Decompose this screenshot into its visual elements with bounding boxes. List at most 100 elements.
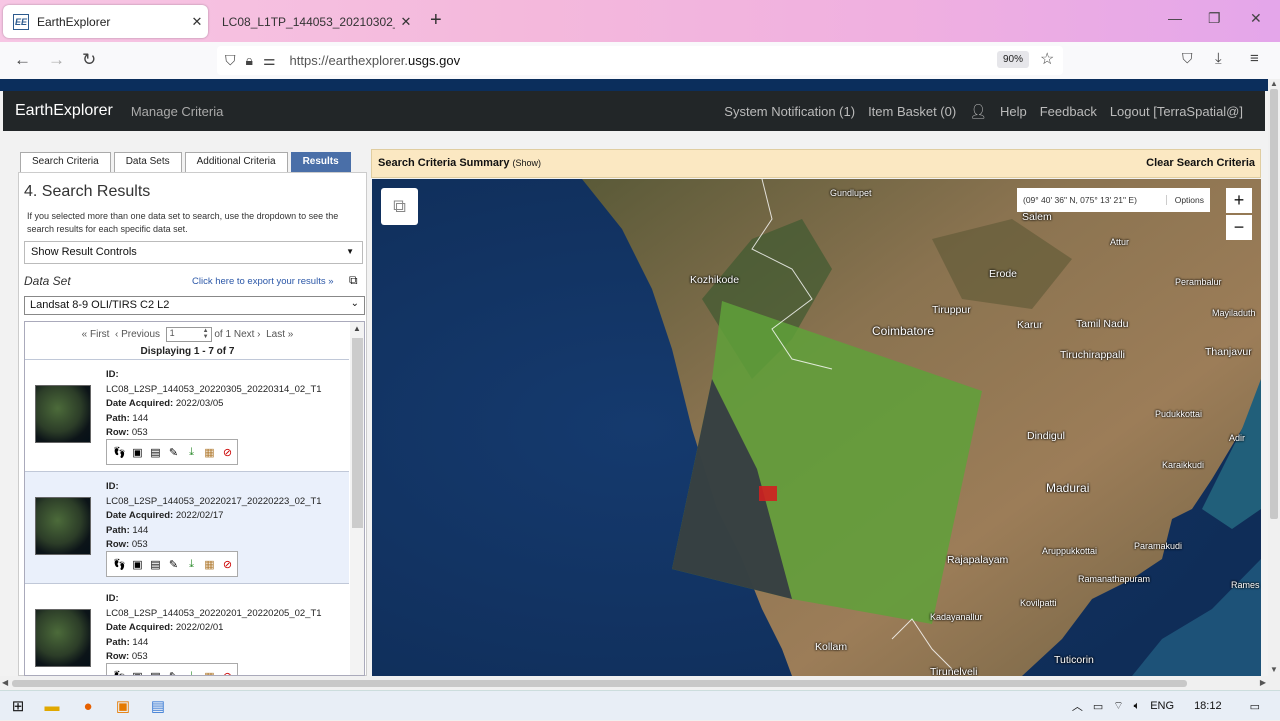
tab-search-criteria[interactable]: Search Criteria <box>20 152 111 172</box>
app-icon[interactable]: ▣ <box>113 696 133 716</box>
metadata-icon[interactable]: ✎ <box>166 446 181 459</box>
row-value: 053 <box>131 651 148 662</box>
user-profile-icon[interactable]: 👤︎ <box>969 103 987 120</box>
system-tray: ︿ ▭ ⌔ 🔈︎ ENG 18:12 ▭ <box>1072 691 1280 721</box>
next-page-link[interactable]: Next › <box>234 329 261 340</box>
logout-link[interactable]: Logout [TerraSpatial@] <box>1110 104 1243 119</box>
exclude-icon[interactable]: ⊘ <box>220 446 235 459</box>
compare-icon[interactable]: ▤ <box>148 558 163 571</box>
feedback-link[interactable]: Feedback <box>1040 104 1097 119</box>
brand-logo[interactable]: EarthExplorer <box>15 102 113 120</box>
show-result-controls-dropdown[interactable]: Show Result Controls ▼ <box>24 241 363 264</box>
result-item[interactable]: ID: LC08_L2SP_144053_20220305_20220314_0… <box>25 359 349 471</box>
tab-scene[interactable]: LC08_L1TP_144053_20210302_20210... ✕ <box>212 5 417 38</box>
manage-criteria-link[interactable]: Manage Criteria <box>131 104 224 119</box>
wifi-icon[interactable]: ⌔ <box>1113 699 1123 713</box>
browse-overlay-icon[interactable]: ▣ <box>130 558 145 571</box>
address-bar[interactable]: ⛉ 🔒︎ ⚌ https://earthexplorer.usgs.gov 90… <box>217 46 1063 75</box>
system-notification-link[interactable]: System Notification (1) <box>724 104 855 119</box>
last-page-link[interactable]: Last » <box>266 329 293 340</box>
item-basket-link[interactable]: Item Basket (0) <box>868 104 956 119</box>
scroll-up-icon[interactable]: ▲ <box>1270 79 1278 88</box>
download-icon[interactable]: ⤓ <box>1215 50 1222 67</box>
pocket-icon[interactable]: ⛉ <box>1182 50 1193 67</box>
page-horizontal-scrollbar[interactable]: ◀ ▶ <box>0 676 1268 690</box>
clock[interactable]: 18:12 <box>1194 700 1222 712</box>
layers-icon[interactable]: ⧉ <box>381 188 418 225</box>
download-options-icon[interactable]: ⤓ <box>184 558 199 571</box>
download-options-icon[interactable]: ⤓ <box>184 446 199 459</box>
page-vertical-scrollbar[interactable]: ▲ ▼ <box>1268 79 1280 676</box>
date-label: Date Acquired: <box>106 398 174 409</box>
tab-results[interactable]: Results <box>290 152 351 172</box>
path-value: 144 <box>132 636 149 648</box>
scene-thumbnail[interactable] <box>35 497 91 555</box>
scroll-up-icon[interactable]: ▲ <box>353 324 361 333</box>
new-tab-icon[interactable]: + <box>430 9 442 32</box>
order-icon[interactable]: ▦ <box>202 446 217 459</box>
notepad-icon[interactable]: ▤ <box>148 696 168 716</box>
page-hscroll-thumb[interactable] <box>12 680 1187 687</box>
clear-search-criteria-link[interactable]: Clear Search Criteria <box>1146 157 1255 169</box>
city-label: Coimbatore <box>872 324 935 338</box>
dataset-select[interactable]: Landsat 8-9 OLI/TIRS C2 L2 ⌄ <box>24 296 365 315</box>
exclude-icon[interactable]: ⊘ <box>220 558 235 571</box>
bookmark-star-icon[interactable]: ☆ <box>1040 49 1054 69</box>
notifications-icon[interactable]: ▭ <box>1250 700 1260 713</box>
zoom-in-button[interactable]: + <box>1226 188 1252 213</box>
windows-start-icon[interactable]: ⊞ <box>8 696 28 716</box>
city-label: Tirunelveli <box>930 666 978 676</box>
forward-icon[interactable]: → <box>48 50 65 70</box>
scene-thumbnail[interactable] <box>35 609 91 667</box>
file-explorer-icon[interactable]: ▬ <box>42 696 62 716</box>
previous-page-link[interactable]: ‹ Previous <box>115 329 160 340</box>
tray-expand-icon[interactable]: ︿ <box>1072 698 1083 714</box>
footprint-icon[interactable]: 👣︎ <box>112 446 127 459</box>
tab-additional-criteria[interactable]: Additional Criteria <box>184 152 288 172</box>
results-scrollbar[interactable]: ▲ <box>350 322 364 675</box>
tab-earthexplorer[interactable]: EE EarthExplorer ✕ <box>3 5 208 38</box>
external-link-icon[interactable]: ⧉ <box>349 273 358 288</box>
result-item[interactable]: ID: LC08_L2SP_144053_20220217_20220223_0… <box>25 471 349 583</box>
help-link[interactable]: Help <box>1000 104 1027 119</box>
map-options-button[interactable]: Options <box>1165 195 1204 205</box>
path-label: Path: <box>106 412 130 424</box>
result-item[interactable]: ID: LC08_L2SP_144053_20220201_20220205_0… <box>25 583 349 675</box>
scroll-left-icon[interactable]: ◀ <box>2 678 8 687</box>
order-icon[interactable]: ▦ <box>202 558 217 571</box>
zoom-level[interactable]: 90% <box>997 51 1030 68</box>
scene-thumbnail[interactable] <box>35 385 91 443</box>
metadata-icon[interactable]: ✎ <box>166 558 181 571</box>
permissions-icon[interactable]: ⚌ <box>263 52 276 69</box>
menu-icon[interactable]: ≡ <box>1250 50 1259 67</box>
close-tab-icon[interactable]: ✕ <box>395 14 417 30</box>
minimize-icon[interactable]: — <box>1168 10 1182 26</box>
volume-icon[interactable]: 🔈︎ <box>1134 700 1141 713</box>
city-label: Salem <box>1022 211 1052 223</box>
zoom-out-button[interactable]: − <box>1226 215 1252 240</box>
firefox-icon[interactable]: ● <box>78 696 98 716</box>
scroll-down-icon[interactable]: ▼ <box>1270 665 1278 674</box>
first-page-link[interactable]: « First <box>82 329 110 340</box>
map-view[interactable]: ⧉ (09° 40' 36" N, 075° 13' 21" E) Option… <box>372 179 1261 676</box>
tab-data-sets[interactable]: Data Sets <box>113 152 182 172</box>
reload-icon[interactable]: ↻ <box>82 50 96 70</box>
lock-icon[interactable]: 🔒︎ <box>246 52 253 69</box>
export-results-link[interactable]: Click here to export your results » <box>192 276 334 287</box>
battery-icon[interactable]: ▭ <box>1093 700 1103 713</box>
results-scroll-thumb[interactable] <box>352 338 363 528</box>
back-icon[interactable]: ← <box>14 50 31 70</box>
browse-overlay-icon[interactable]: ▣ <box>130 446 145 459</box>
scroll-right-icon[interactable]: ▶ <box>1260 678 1266 687</box>
page-number-input[interactable]: 1 ▲ ▼ <box>165 327 212 342</box>
show-criteria-link[interactable]: (Show) <box>513 158 542 168</box>
window-close-icon[interactable]: ✕ <box>1250 10 1262 27</box>
spinner-icon[interactable]: ▲ ▼ <box>203 328 209 340</box>
shield-icon[interactable]: ⛉ <box>225 52 236 69</box>
restore-icon[interactable]: ❐ <box>1208 10 1221 27</box>
footprint-icon[interactable]: 👣︎ <box>112 558 127 571</box>
close-tab-icon[interactable]: ✕ <box>186 14 208 30</box>
language-indicator[interactable]: ENG <box>1150 700 1174 712</box>
compare-icon[interactable]: ▤ <box>148 446 163 459</box>
page-scroll-thumb[interactable] <box>1270 89 1278 519</box>
